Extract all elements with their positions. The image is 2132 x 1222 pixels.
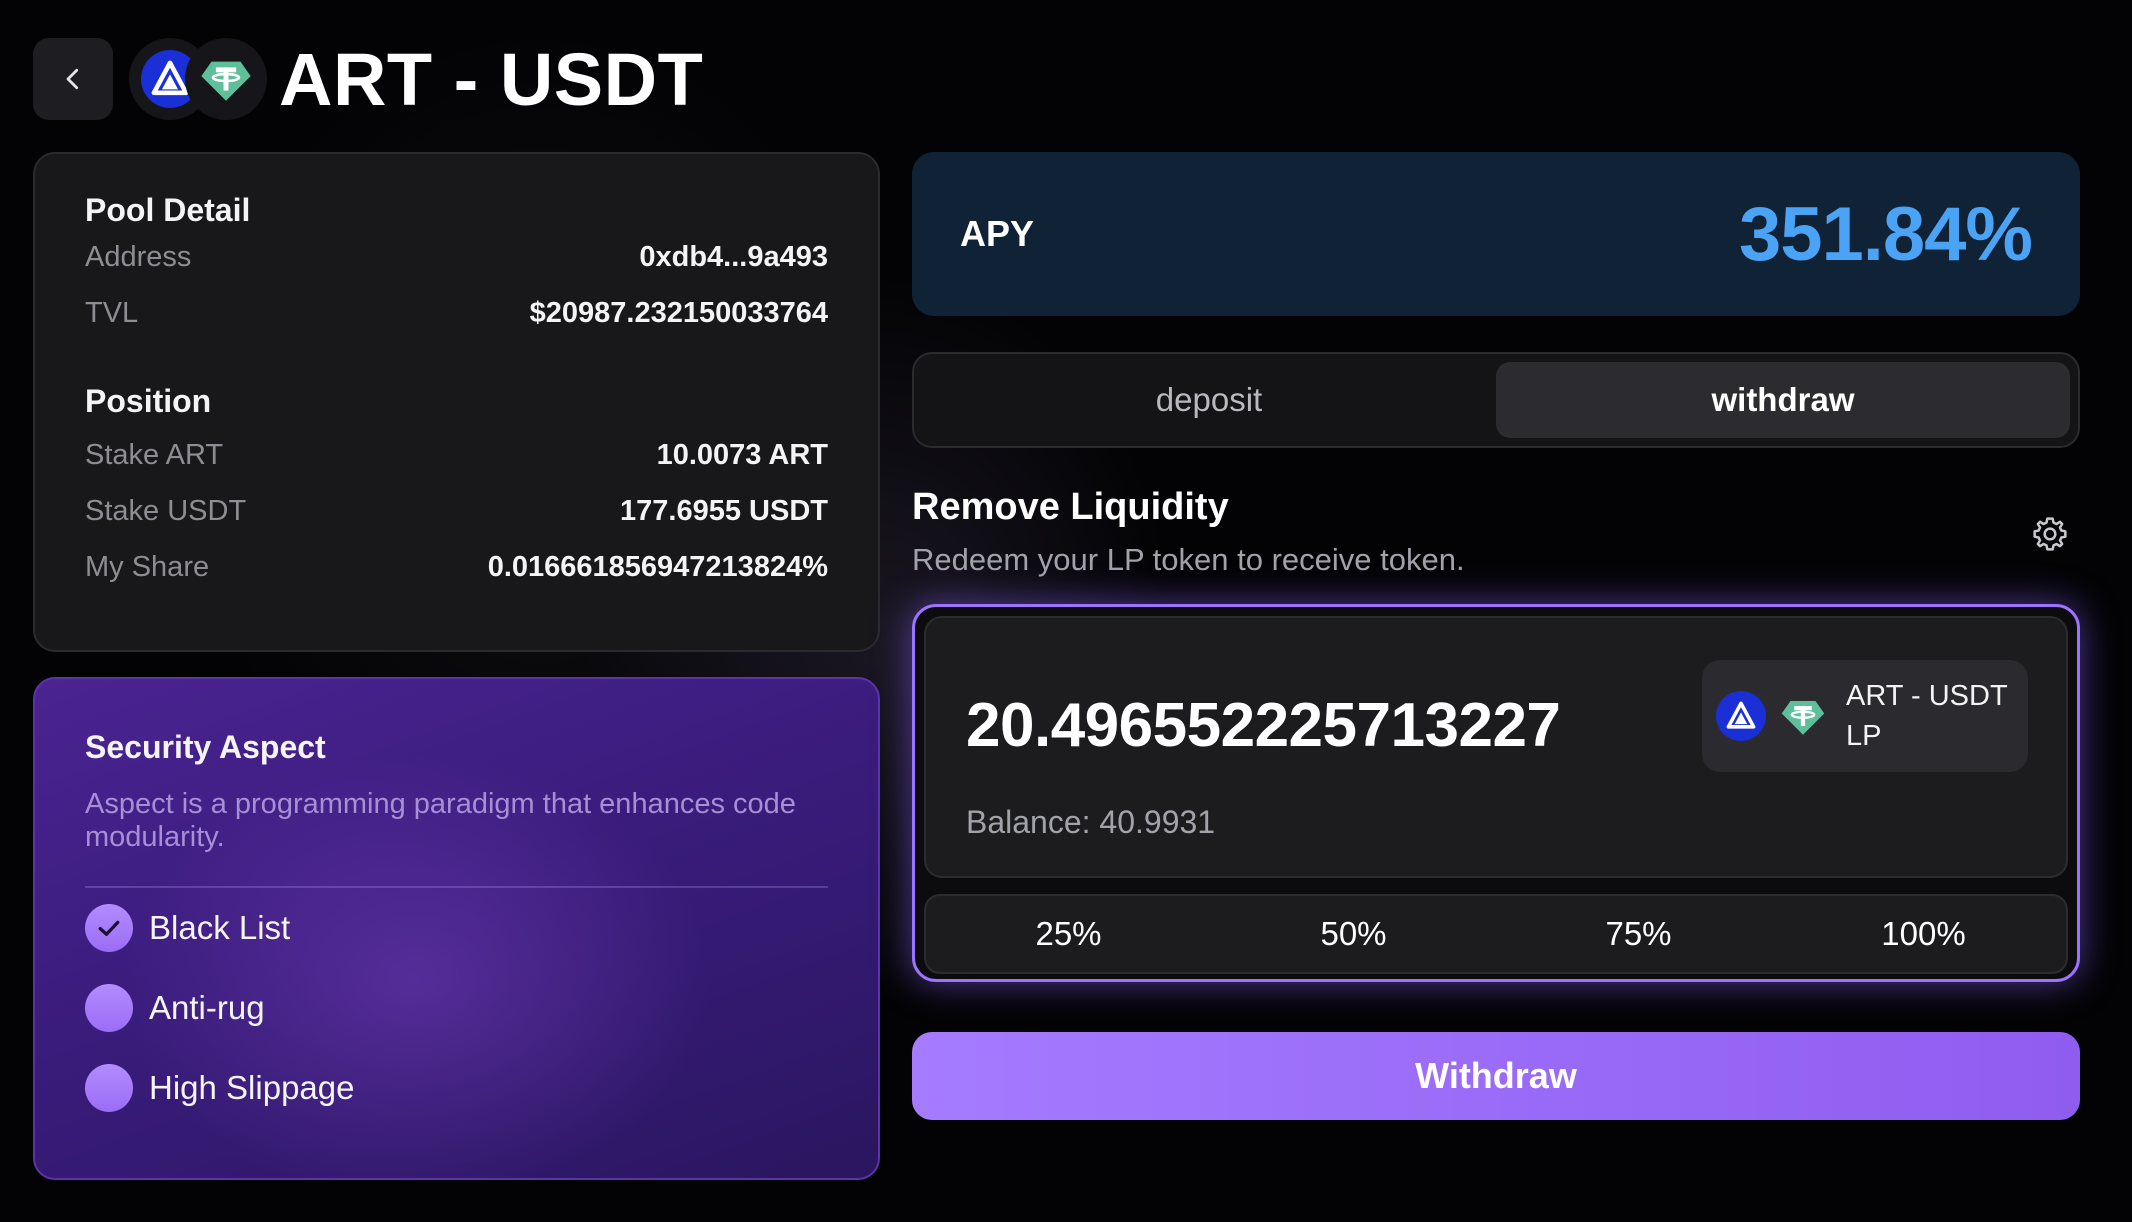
percent-25-button[interactable]: 25% [926,896,1211,972]
security-item-anti-rug[interactable]: Anti-rug [85,968,828,1048]
lp-token-label: ART - USDT LP [1846,676,2008,756]
back-button[interactable] [33,38,113,120]
my-share-row: My Share 0.016661856947213824% [85,539,828,595]
remove-liquidity-title: Remove Liquidity [912,486,1229,528]
address-value[interactable]: 0xdb4...9a493 [639,241,828,274]
checkbox-unchecked[interactable] [85,1064,133,1112]
stake-usdt-label: Stake USDT [85,494,247,527]
security-item-high-slippage[interactable]: High Slippage [85,1048,828,1128]
my-share-label: My Share [85,550,210,583]
balance-text: Balance: 40.9931 [966,804,1216,840]
apy-card: APY 351.84% [912,152,2080,316]
amount-input[interactable]: 20.496552225713227 [966,690,1561,761]
stake-art-label: Stake ART [85,438,224,471]
stake-art-value: 10.0073 ART [656,438,828,471]
security-aspect-card: Security Aspect Aspect is a programming … [33,677,880,1180]
checkbox-unchecked[interactable] [85,984,133,1032]
lp-token-selector[interactable]: ART - USDT LP [1702,660,2028,772]
tvl-row: TVL $20987.232150033764 [85,285,828,341]
stake-usdt-row: Stake USDT 177.6955 USDT [85,483,828,539]
gear-icon[interactable] [2030,514,2070,554]
usdt-token-icon [1778,691,1828,741]
percent-selector: 25% 50% 75% 100% [924,894,2068,974]
security-item-label: Anti-rug [149,989,265,1026]
checkbox-checked[interactable] [85,904,133,952]
tvl-label: TVL [85,296,139,329]
usdt-token-badge [185,38,267,120]
stake-art-row: Stake ART 10.0073 ART [85,427,828,483]
pair-icons [129,38,267,120]
percent-50-button[interactable]: 50% [1211,896,1496,972]
tvl-value: $20987.232150033764 [529,296,828,329]
art-token-icon [1716,691,1766,741]
apy-label: APY [960,213,1035,254]
withdraw-panel: 20.496552225713227 Balance: 40.9931 ART … [912,604,2080,982]
security-item-label: High Slippage [149,1069,355,1106]
withdraw-button[interactable]: Withdraw [912,1032,2080,1120]
stake-usdt-value: 177.6955 USDT [620,494,828,527]
pool-detail-card: Pool Detail Address 0xdb4...9a493 TVL $2… [33,152,880,652]
my-share-value: 0.016661856947213824% [487,550,828,583]
tab-withdraw[interactable]: withdraw [1496,362,2070,438]
position-title: Position [85,383,212,419]
deposit-withdraw-tabs: deposit withdraw [912,352,2080,448]
security-item-label: Black List [149,909,291,946]
page-title: ART - USDT [279,37,704,121]
amount-box: 20.496552225713227 Balance: 40.9931 ART … [924,616,2068,878]
apy-value: 351.84% [1738,191,2033,277]
address-label: Address [85,240,192,273]
address-row: Address 0xdb4...9a493 [85,229,828,285]
pool-detail-title: Pool Detail [85,192,251,228]
security-item-black-list[interactable]: Black List [85,888,828,968]
page-header: ART - USDT [33,37,704,121]
percent-100-button[interactable]: 100% [1781,896,2066,972]
usdt-token-icon [197,50,255,108]
tab-deposit[interactable]: deposit [922,362,1496,438]
checkmark-icon [98,920,120,936]
remove-liquidity-subtitle: Redeem your LP token to receive token. [912,542,1465,577]
chevron-left-icon [66,68,79,90]
security-title: Security Aspect [85,729,326,765]
lp-token-label-line1: ART - USDT [1846,680,2008,712]
security-description: Aspect is a programming paradigm that en… [85,788,796,853]
percent-75-button[interactable]: 75% [1496,896,1781,972]
lp-token-label-line2: LP [1846,720,1882,752]
